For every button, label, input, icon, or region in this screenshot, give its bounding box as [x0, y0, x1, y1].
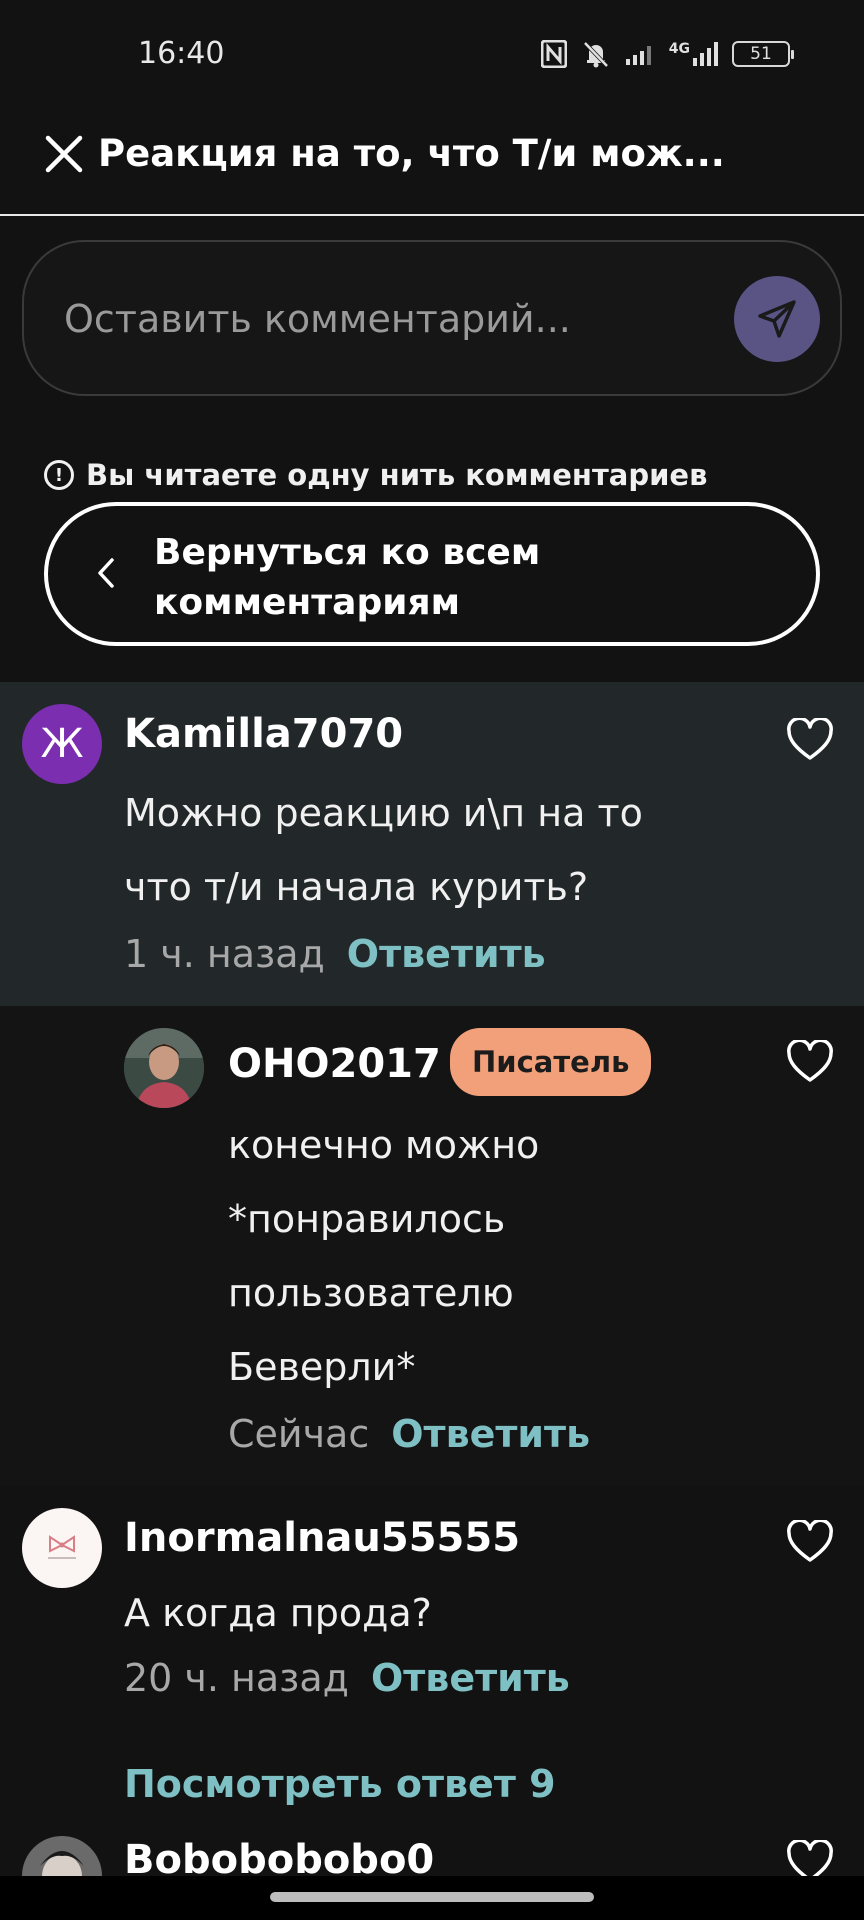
heart-icon	[787, 1038, 833, 1082]
battery-level: 51	[750, 44, 772, 64]
comment-meta: 20 ч. назад Ответить	[124, 1656, 570, 1700]
reply-button[interactable]: Ответить	[371, 1656, 570, 1700]
send-icon	[758, 300, 796, 338]
comment-time: Сейчас	[228, 1412, 370, 1456]
send-button[interactable]	[734, 276, 820, 362]
info-icon: !	[44, 460, 74, 490]
comment-username[interactable]: Inormalnau55555	[124, 1514, 520, 1562]
comment-username[interactable]: Kamilla7070	[124, 710, 403, 758]
comment-input[interactable]	[64, 284, 704, 354]
like-button[interactable]	[786, 716, 834, 762]
comment-text: конечно можно *понравилось пользователю …	[228, 1123, 540, 1389]
thread-notice-text: Вы читаете одну нить комментариев	[86, 458, 708, 492]
chevron-left-icon	[98, 558, 114, 588]
heart-icon	[787, 716, 833, 760]
avatar[interactable]	[22, 1508, 102, 1588]
comment-username[interactable]: Bobobobobo0	[124, 1836, 434, 1876]
status-time: 16:40	[138, 36, 225, 71]
like-button[interactable]	[786, 1518, 834, 1564]
close-button[interactable]	[42, 132, 86, 176]
signal-4g-icon: 4G	[669, 41, 718, 67]
user-photo-icon	[22, 1836, 102, 1876]
user-photo-icon	[124, 1028, 204, 1108]
page-title: Реакция на то, что Т/и мож...	[98, 132, 725, 175]
back-button-label: Вернуться ко всем комментариям	[154, 532, 541, 623]
comment-meta: Сейчас Ответить	[228, 1412, 590, 1456]
reply-button[interactable]: Ответить	[347, 932, 546, 976]
comment-text: А когда прода?	[124, 1591, 432, 1635]
writer-badge: Писатель	[450, 1028, 652, 1096]
comment-input-container	[22, 240, 842, 396]
header: Реакция на то, что Т/и мож...	[0, 110, 864, 216]
signal-icon	[625, 42, 655, 66]
reply-button[interactable]: Ответить	[391, 1412, 590, 1456]
thread-notice: ! Вы читаете одну нить комментариев	[44, 458, 707, 492]
system-nav-bar	[0, 1876, 864, 1920]
home-indicator[interactable]	[270, 1892, 594, 1902]
comment-time: 20 ч. назад	[124, 1656, 349, 1700]
like-button[interactable]	[786, 1838, 834, 1876]
back-to-all-comments-button[interactable]: Вернуться ко всем комментариям	[44, 502, 820, 646]
network-type-label: 4G	[668, 41, 690, 57]
status-icons: 4G 51	[540, 36, 794, 72]
like-button[interactable]	[786, 1038, 834, 1084]
comment-item: Inormalnau55555 А когда прода? 20 ч. наз…	[0, 1486, 864, 1736]
close-icon	[45, 135, 83, 173]
heart-icon	[787, 1838, 833, 1876]
avatar[interactable]	[22, 1836, 102, 1876]
comment-text: Можно реакцию и\п на то что т/и начала к…	[124, 791, 643, 909]
battery-icon: 51	[732, 41, 794, 67]
heart-icon	[787, 1518, 833, 1562]
comment-item: Bobobobobo0	[0, 1836, 864, 1876]
avatar[interactable]	[124, 1028, 204, 1108]
bow-icon	[48, 1535, 76, 1559]
comment-meta: 1 ч. назад Ответить	[124, 932, 546, 976]
comment-reply-item: OHO2017 Писатель конечно можно *понравил…	[0, 1006, 864, 1486]
nfc-icon	[540, 40, 567, 68]
comment-username[interactable]: OHO2017	[228, 1040, 441, 1088]
view-replies-link[interactable]: Посмотреть ответ 9	[124, 1762, 556, 1806]
comment-item: Ж Kamilla7070 Можно реакцию и\п на то чт…	[0, 682, 864, 1006]
status-bar: 16:40 4G 51	[0, 0, 864, 110]
avatar-letter: Ж	[40, 721, 84, 767]
mute-bell-icon	[581, 39, 611, 69]
avatar[interactable]: Ж	[22, 704, 102, 784]
comment-time: 1 ч. назад	[124, 932, 325, 976]
